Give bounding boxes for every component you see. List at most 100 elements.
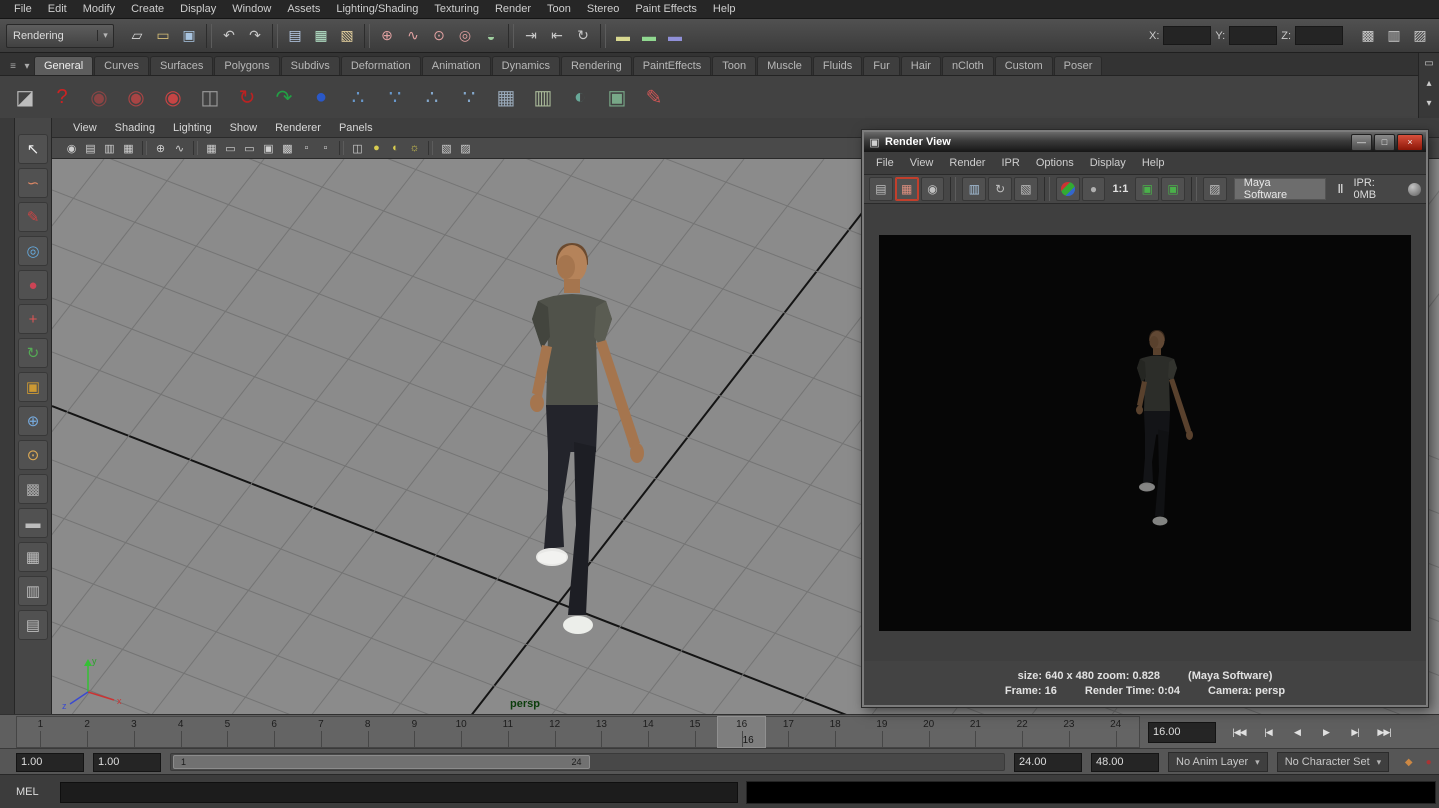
maximize-button[interactable]: □	[1374, 134, 1395, 151]
timeline-frame-23[interactable]: 23	[1046, 717, 1093, 747]
shelf-tab-fluids[interactable]: Fluids	[813, 56, 862, 75]
timeline-frame-9[interactable]: 9	[391, 717, 438, 747]
timeline-frame-7[interactable]: 7	[298, 717, 345, 747]
timeline-frame-8[interactable]: 8	[344, 717, 391, 747]
vp-safe-action-icon[interactable]: ▫	[297, 140, 316, 157]
menu-stereo[interactable]: Stereo	[579, 0, 627, 18]
soft-select-tool-icon[interactable]: ◎	[18, 236, 48, 266]
select-by-object-icon[interactable]: ▦	[309, 24, 333, 48]
vp-wireframe-icon[interactable]: ◫	[348, 140, 367, 157]
shelf-tab-general[interactable]: General	[34, 56, 93, 75]
timeline-frame-13[interactable]: 13	[578, 717, 625, 747]
shelf-node-network-1-icon[interactable]: ∴	[341, 80, 375, 114]
vp-image-plane-icon[interactable]: ▦	[119, 140, 138, 157]
shelf-tab-ncloth[interactable]: nCloth	[942, 56, 994, 75]
viewport-menu-show[interactable]: Show	[221, 122, 267, 134]
sculpt-tool-icon[interactable]: ●	[18, 270, 48, 300]
shelf-tab-dynamics[interactable]: Dynamics	[492, 56, 560, 75]
vp-smooth-shade-icon[interactable]: ●	[367, 140, 386, 157]
vp-gate-mask-icon[interactable]: ▣	[259, 140, 278, 157]
shelf-graph-icon[interactable]: ▦	[489, 80, 523, 114]
shelf-tab-polygons[interactable]: Polygons	[214, 56, 279, 75]
render-view-menu-help[interactable]: Help	[1134, 157, 1173, 169]
shelf-tab-surfaces[interactable]: Surfaces	[150, 56, 213, 75]
vp-isolate-select-icon[interactable]: ▧	[437, 140, 456, 157]
render-current-frame-icon[interactable]: ▬	[611, 24, 635, 48]
shelf-help-icon[interactable]: ?	[45, 80, 79, 114]
select-by-component-icon[interactable]: ▧	[335, 24, 359, 48]
vp-lights-icon[interactable]: ☼	[405, 140, 424, 157]
vp-camera-attributes-icon[interactable]: ▤	[81, 140, 100, 157]
select-character-set-icon[interactable]: ◆	[1401, 755, 1416, 770]
timeline-frame-18[interactable]: 18	[812, 717, 859, 747]
input-connections-icon[interactable]: ⇥	[519, 24, 543, 48]
rv-ipr-render-icon[interactable]: ▥	[962, 177, 986, 201]
script-editor-icon[interactable]: ▥	[1382, 24, 1406, 48]
render-view-menu-ipr[interactable]: IPR	[993, 157, 1027, 169]
command-input[interactable]	[60, 782, 738, 803]
shelf-camera-aim-up-icon[interactable]: ◉	[156, 80, 190, 114]
timeline-frame-22[interactable]: 22	[999, 717, 1046, 747]
vp-field-chart-icon[interactable]: ▩	[278, 140, 297, 157]
rv-region-render-icon[interactable]: ▧	[1014, 177, 1038, 201]
show-manipulators-icon[interactable]: ▩	[1356, 24, 1380, 48]
menu-toon[interactable]: Toon	[539, 0, 579, 18]
close-button[interactable]: ×	[1397, 134, 1423, 151]
construction-history-icon[interactable]: ↻	[571, 24, 595, 48]
shelf-tab-painteffects[interactable]: PaintEffects	[633, 56, 712, 75]
undo-icon[interactable]: ↶	[217, 24, 241, 48]
shelf-camera-aim-icon[interactable]: ◉	[119, 80, 153, 114]
rv-refresh-ipr-icon[interactable]: ↻	[988, 177, 1012, 201]
shelf-tab-hair[interactable]: Hair	[901, 56, 941, 75]
rv-renderer-dropdown-button[interactable]: Maya Software	[1234, 178, 1327, 200]
shelf-tab-animation[interactable]: Animation	[422, 56, 491, 75]
menu-file[interactable]: File	[6, 0, 40, 18]
menu-assets[interactable]: Assets	[279, 0, 328, 18]
shelf-spheres-icon[interactable]: ◐	[563, 80, 597, 114]
play-forwards-button[interactable]: ▶	[1313, 721, 1339, 743]
shelf-options-icon[interactable]: ▾	[20, 57, 34, 75]
shelf-node-network-4-icon[interactable]: ∵	[452, 80, 486, 114]
shelf-tab-toon[interactable]: Toon	[712, 56, 756, 75]
render-settings-icon[interactable]: ▬	[663, 24, 687, 48]
timeline-frame-6[interactable]: 6	[251, 717, 298, 747]
render-view-menu-view[interactable]: View	[902, 157, 942, 169]
rv-pause-ipr-button[interactable]: ‖	[1333, 182, 1348, 196]
timeline-frame-19[interactable]: 19	[859, 717, 906, 747]
shelf-tab-subdivs[interactable]: Subdivs	[281, 56, 340, 75]
select-by-hierarchy-icon[interactable]: ▤	[283, 24, 307, 48]
current-time-field[interactable]	[1148, 722, 1216, 743]
play-backwards-button[interactable]: ◀	[1284, 721, 1310, 743]
render-view-menu-render[interactable]: Render	[941, 157, 993, 169]
timeline-frame-2[interactable]: 2	[64, 717, 111, 747]
timeline-frame-11[interactable]: 11	[485, 717, 532, 747]
layout-single-pane-icon[interactable]: ▬	[18, 508, 48, 538]
render-view-titlebar[interactable]: ▣ Render View —□×	[864, 132, 1426, 152]
range-slider-track[interactable]: 1 24	[170, 753, 1005, 771]
menu-display[interactable]: Display	[172, 0, 224, 18]
viewport-menu-shading[interactable]: Shading	[106, 122, 164, 134]
rv-redo-previous-render-icon[interactable]: ▤	[869, 177, 893, 201]
menu-render[interactable]: Render	[487, 0, 539, 18]
shelf-bars-icon[interactable]: ▥	[526, 80, 560, 114]
timeline-frame-16[interactable]: 1616	[718, 717, 765, 747]
timeline-frame-14[interactable]: 14	[625, 717, 672, 747]
rotate-tool-icon[interactable]: ↻	[18, 338, 48, 368]
layout-four-pane-icon[interactable]: ▦	[18, 542, 48, 572]
character-set-dropdown[interactable]: No Character Set	[1277, 752, 1390, 772]
make-live-icon[interactable]: ◒	[479, 24, 503, 48]
select-tool-icon[interactable]: ↖	[18, 134, 48, 164]
ipr-render-icon[interactable]: ▬	[637, 24, 661, 48]
last-tool-icon[interactable]: ▩	[18, 474, 48, 504]
vp-resolution-gate-icon[interactable]: ▭	[240, 140, 259, 157]
command-language-button[interactable]: MEL	[16, 786, 60, 798]
scale-tool-icon[interactable]: ▣	[18, 372, 48, 402]
shelf-boxes-icon[interactable]: ▣	[600, 80, 634, 114]
shelf-clapper-icon[interactable]: ◫	[193, 80, 227, 114]
snap-to-grid-icon[interactable]: ⊕	[375, 24, 399, 48]
rv-exposure-icon[interactable]: ▣	[1135, 177, 1159, 201]
rv-one-to-one-button[interactable]: 1:1	[1107, 183, 1133, 195]
move-tool-icon[interactable]: +	[18, 304, 48, 334]
shelf-brush-icon[interactable]: ✎	[637, 80, 671, 114]
rv-color-management-icon[interactable]: ▨	[1203, 177, 1227, 201]
